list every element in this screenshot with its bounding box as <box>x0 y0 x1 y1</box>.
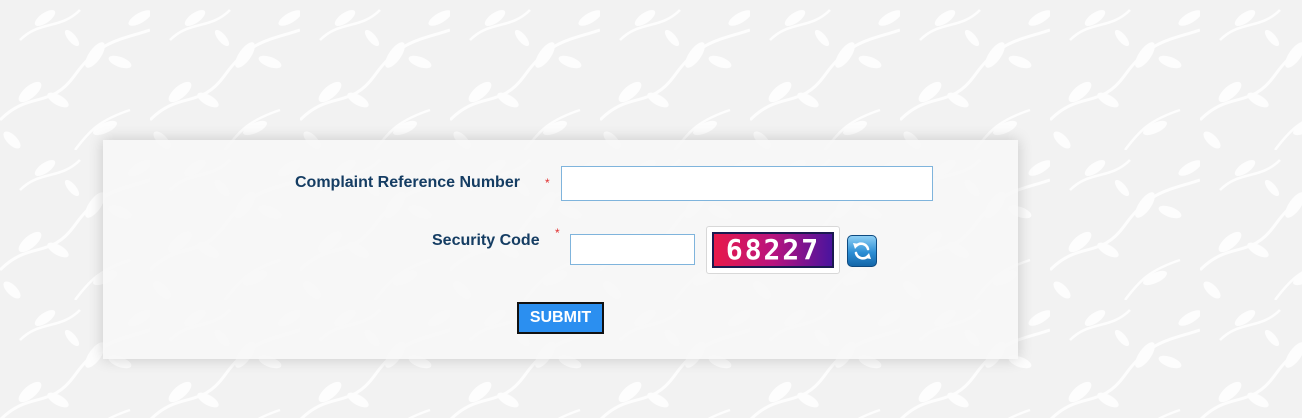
captcha-frame: 68227 <box>706 226 840 274</box>
complaint-reference-label: Complaint Reference Number <box>295 174 520 191</box>
complaint-required-mark: * <box>545 176 550 190</box>
security-code-required-mark: * <box>555 226 560 240</box>
submit-button[interactable]: SUBMIT <box>517 302 604 334</box>
complaint-reference-input[interactable] <box>561 166 933 201</box>
security-code-input[interactable] <box>570 234 695 265</box>
complaint-lookup-panel: Complaint Reference Number * Security Co… <box>103 140 1018 359</box>
security-code-label: Security Code <box>432 232 540 249</box>
captcha-image: 68227 <box>712 232 834 268</box>
refresh-captcha-button[interactable] <box>847 235 877 267</box>
